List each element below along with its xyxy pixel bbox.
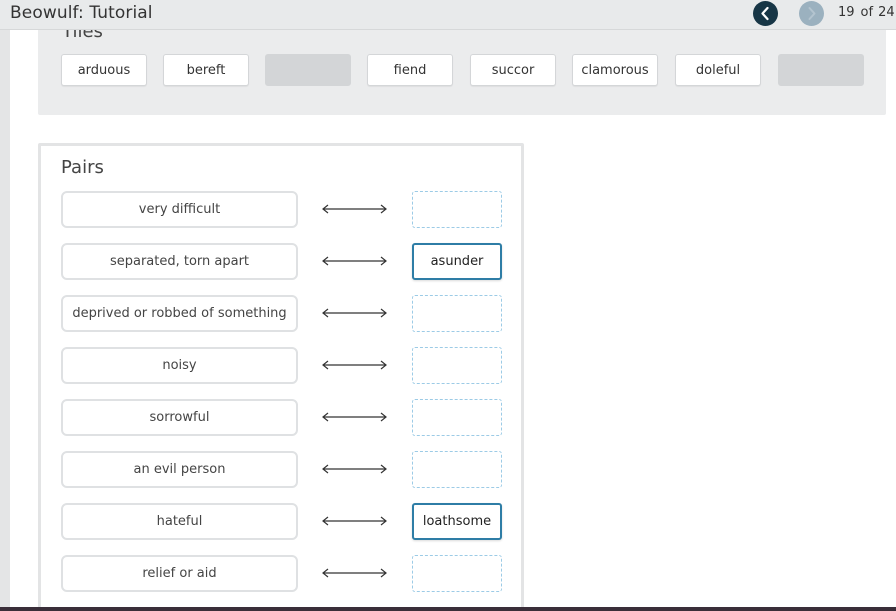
double-arrow-icon (322, 204, 387, 214)
tile-bereft[interactable]: bereft (163, 54, 249, 86)
answer-drop-zone[interactable]: asunder (412, 243, 502, 280)
definition-box: separated, torn apart (61, 243, 298, 280)
definition-box: hateful (61, 503, 298, 540)
tile-doleful[interactable]: doleful (675, 54, 761, 86)
page-separator: of (860, 5, 874, 20)
answer-drop-zone[interactable] (412, 191, 502, 228)
page-counter: 19 of 24 (838, 5, 895, 20)
answer-drop-zone[interactable] (412, 295, 502, 332)
double-arrow-icon (322, 360, 387, 370)
double-arrow-icon (322, 412, 387, 422)
definition-box: noisy (61, 347, 298, 384)
tile-succor[interactable]: succor (470, 54, 556, 86)
app-title: Beowulf: Tutorial (10, 3, 153, 23)
tile-slot-empty (778, 54, 864, 86)
double-arrow-icon (322, 308, 387, 318)
double-arrow-icon (322, 464, 387, 474)
answer-drop-zone[interactable] (412, 399, 502, 436)
chevron-right-icon (808, 7, 816, 20)
answer-drop-zone[interactable] (412, 555, 502, 592)
definition-box: very difficult (61, 191, 298, 228)
tile-arduous[interactable]: arduous (61, 54, 147, 86)
definition-box: an evil person (61, 451, 298, 488)
answer-drop-zone[interactable]: loathsome (412, 503, 502, 540)
answer-drop-zone[interactable] (412, 451, 502, 488)
answer-drop-zone[interactable] (412, 347, 502, 384)
next-page-button[interactable] (799, 1, 824, 26)
page-total: 24 (878, 5, 895, 20)
definition-box: sorrowful (61, 399, 298, 436)
double-arrow-icon (322, 256, 387, 266)
bottom-edge (0, 607, 896, 611)
definition-box: deprived or robbed of something (61, 295, 298, 332)
double-arrow-icon (322, 568, 387, 578)
top-bar: Beowulf: Tutorial 19 of 24 (0, 0, 896, 30)
previous-page-button[interactable] (753, 1, 778, 26)
page-current: 19 (838, 5, 855, 20)
double-arrow-icon (322, 516, 387, 526)
tile-clamorous[interactable]: clamorous (572, 54, 658, 86)
definition-box: relief or aid (61, 555, 298, 592)
pairs-heading: Pairs (61, 157, 104, 178)
tile-slot-empty (265, 54, 351, 86)
tile-fiend[interactable]: fiend (367, 54, 453, 86)
chevron-left-icon (761, 6, 769, 21)
left-gutter (0, 0, 10, 611)
